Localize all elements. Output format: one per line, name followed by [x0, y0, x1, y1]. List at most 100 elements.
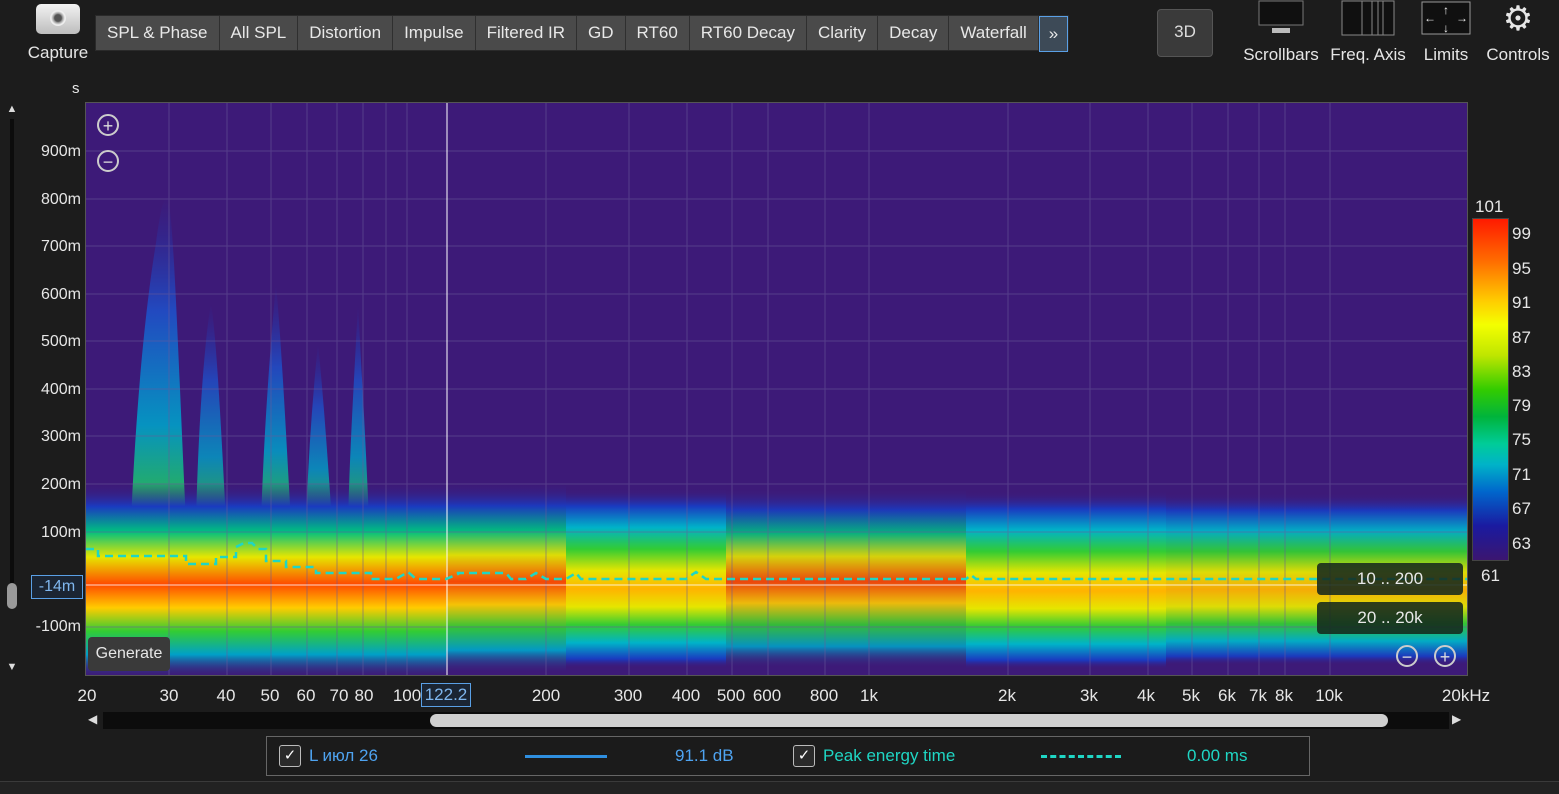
measurement-name[interactable]: L июл 26: [309, 746, 378, 766]
x-tick-label: 100: [392, 686, 422, 705]
freq-range-box[interactable]: 20 .. 20k: [1317, 602, 1463, 634]
tab-impulse[interactable]: Impulse: [393, 16, 476, 50]
legend-panel: ✓ L июл 26 91.1 dB ✓ Peak energy time 0.…: [266, 736, 1310, 776]
status-bar: [0, 781, 1559, 794]
scrollbars-label: Scrollbars: [1243, 45, 1319, 64]
color-scale-min: 61: [1481, 566, 1500, 585]
x-tick-label: 2k: [998, 686, 1016, 705]
measurement-checkbox[interactable]: ✓: [279, 745, 301, 767]
zoom-in-x-icon[interactable]: +: [1434, 645, 1456, 667]
zoom-out-y-icon[interactable]: −: [97, 150, 119, 172]
color-scale-bar[interactable]: [1472, 218, 1509, 561]
x-tick-label: 40: [216, 686, 236, 705]
time-range-box[interactable]: 10 .. 200: [1317, 563, 1463, 595]
scroll-left-arrow-icon[interactable]: ◀: [88, 712, 97, 726]
y-tick-label: 800m: [40, 191, 81, 208]
vertical-scroll-thumb[interactable]: [7, 583, 17, 609]
color-scale-tick: 67: [1512, 499, 1531, 518]
y-tick-label: 300m: [40, 428, 81, 445]
color-scale-tick: 95: [1512, 259, 1531, 278]
spectrogram-canvas: [86, 103, 1467, 675]
x-tick-label: 200: [531, 686, 561, 705]
tab-rt60[interactable]: RT60: [626, 16, 690, 50]
3d-toggle-button[interactable]: 3D: [1157, 9, 1213, 57]
x-tick-label: 7k: [1249, 686, 1267, 705]
tab-clarity[interactable]: Clarity: [807, 16, 879, 50]
y-cursor-readout: -14m: [31, 575, 83, 599]
peak-energy-value: 0.00 ms: [1187, 746, 1248, 765]
scroll-up-arrow-icon[interactable]: ▲: [4, 103, 20, 115]
controls-button[interactable]: ⚙ Controls: [1484, 0, 1552, 70]
color-scale-tick: 75: [1512, 430, 1531, 449]
tab-filtered-ir[interactable]: Filtered IR: [476, 16, 578, 50]
peak-energy-line-sample: [1041, 755, 1121, 758]
x-tick-label: 30: [159, 686, 179, 705]
capture-label: Capture: [27, 43, 89, 62]
measurement-line-sample: [525, 755, 607, 758]
scroll-down-arrow-icon[interactable]: ▼: [4, 661, 20, 673]
horizontal-scroll-thumb[interactable]: [430, 714, 1388, 727]
x-tick-label: 1k: [860, 686, 878, 705]
color-scale-tick: 63: [1512, 534, 1531, 553]
limits-icon: ↑ ↓ ← →: [1421, 1, 1471, 35]
x-tick-label: 3k: [1080, 686, 1098, 705]
x-cursor-readout: 122.2: [421, 683, 471, 707]
x-tick-label: 300: [613, 686, 643, 705]
color-scale-max: 101: [1475, 197, 1504, 216]
y-tick-label: 900m: [40, 143, 81, 160]
vertical-scrollbar[interactable]: ▲ ▼: [4, 103, 20, 673]
capture-button[interactable]: Capture: [24, 2, 92, 66]
color-scale-tick: 79: [1512, 396, 1531, 415]
tab-rt60-decay[interactable]: RT60 Decay: [690, 16, 807, 50]
svg-text:←: ←: [1424, 11, 1436, 25]
x-tick-label: 20kHz: [1441, 686, 1491, 705]
x-tick-label: 500: [716, 686, 746, 705]
y-tick-label: 600m: [40, 286, 81, 303]
x-tick-label: 5k: [1182, 686, 1200, 705]
gear-icon: ⚙: [1502, 0, 1534, 38]
limits-button[interactable]: ↑ ↓ ← → Limits: [1414, 0, 1478, 70]
y-axis-unit: s: [72, 80, 80, 97]
x-tick-label: 8k: [1275, 686, 1293, 705]
spectrogram-plot[interactable]: + − Generate 10 .. 200 20 .. 20k − +: [85, 102, 1468, 676]
tab-waterfall[interactable]: Waterfall: [949, 16, 1039, 50]
freq-axis-label: Freq. Axis: [1330, 45, 1406, 64]
tab-gd[interactable]: GD: [577, 16, 626, 50]
more-tabs-button[interactable]: »: [1038, 16, 1069, 52]
x-tick-label: 70: [329, 686, 349, 705]
scroll-right-arrow-icon[interactable]: ▶: [1452, 712, 1461, 726]
scrollbars-icon: [1258, 0, 1304, 33]
color-scale-tick: 83: [1512, 362, 1531, 381]
color-scale-tick: 99: [1512, 224, 1531, 243]
color-scale-tick: 87: [1512, 328, 1531, 347]
scrollbars-button[interactable]: Scrollbars: [1238, 0, 1324, 70]
svg-text:↓: ↓: [1443, 21, 1449, 35]
tab-distortion[interactable]: Distortion: [298, 16, 394, 50]
zoom-out-x-icon[interactable]: −: [1396, 645, 1418, 667]
x-tick-label: 4k: [1137, 686, 1155, 705]
y-tick-label: 100m: [40, 524, 81, 541]
peak-energy-name[interactable]: Peak energy time: [823, 746, 955, 766]
x-tick-label: 80: [354, 686, 374, 705]
zoom-in-y-icon[interactable]: +: [97, 114, 119, 136]
x-tick-label: 6k: [1218, 686, 1236, 705]
y-tick-label: 400m: [40, 381, 81, 398]
tab-spl-phase[interactable]: SPL & Phase: [96, 16, 220, 50]
tab-decay[interactable]: Decay: [878, 16, 950, 50]
measurement-value: 91.1 dB: [675, 746, 734, 765]
color-scale-tick: 71: [1512, 465, 1531, 484]
camera-icon: [36, 4, 80, 34]
tab-all-spl[interactable]: All SPL: [220, 16, 299, 50]
peak-energy-checkbox[interactable]: ✓: [793, 745, 815, 767]
x-tick-label: 400: [671, 686, 701, 705]
x-tick-label: 20: [77, 686, 97, 705]
freq-axis-icon: [1341, 0, 1395, 36]
y-tick-label: 700m: [40, 238, 81, 255]
y-tick-label: 200m: [40, 476, 81, 493]
x-tick-label: 600: [752, 686, 782, 705]
color-scale-tick: 91: [1512, 293, 1531, 312]
generate-button[interactable]: Generate: [88, 637, 170, 671]
svg-text:↑: ↑: [1443, 3, 1449, 17]
freq-axis-button[interactable]: Freq. Axis: [1328, 0, 1408, 70]
limits-label: Limits: [1423, 45, 1469, 64]
